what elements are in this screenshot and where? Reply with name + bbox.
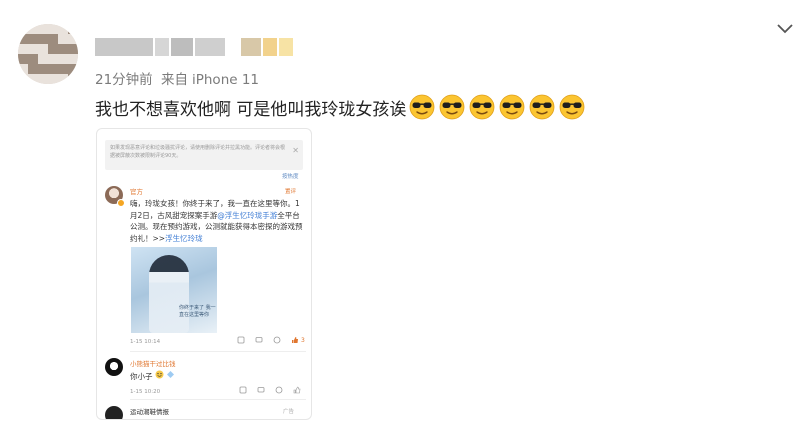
- comment-author: 运动潮鞋情报: [130, 408, 169, 416]
- chevron-down-icon[interactable]: [776, 22, 794, 36]
- comment-actions: 3: [237, 336, 305, 344]
- repost-icon: [275, 386, 283, 394]
- share-icon: [237, 336, 245, 344]
- avatar-pixel: [28, 54, 38, 64]
- comment-icon: [257, 387, 265, 393]
- comment-text: 嗨，玲珑女孩！你终于来了，我一直在这里等你。1月2日，古风甜宠探案手游@浮生忆玲…: [130, 198, 306, 244]
- avatar-pixel: [48, 54, 58, 64]
- comment-author: 官方: [130, 188, 143, 196]
- username-blurred[interactable]: [95, 38, 293, 56]
- source-prefix: 来自: [160, 72, 188, 88]
- avatar-pixel: [38, 64, 48, 74]
- poster-caption: 你终于来了 我一直在这里等你: [179, 305, 216, 318]
- notice-text: 如果发现恶意评论和垃圾骚扰评论，请使用删除评论并拉黑功能。评论者将会根据被屏蔽次…: [110, 145, 286, 159]
- sunglasses-emoji-icon: [440, 94, 465, 120]
- avatar-pixel: [68, 44, 78, 54]
- comment-link-topic: 浮生忆玲珑: [165, 233, 203, 243]
- avatar-pixel: [48, 44, 58, 54]
- comment-link-game: @浮生忆玲珑手游: [217, 210, 278, 220]
- avatar-pixel: [68, 34, 78, 44]
- avatar-pixel: [28, 44, 38, 54]
- close-icon: ✕: [292, 146, 299, 155]
- avatar-pixel: [18, 64, 28, 74]
- avatar-pixel: [68, 24, 78, 34]
- comment-time: 1-15 10:14: [130, 339, 161, 345]
- comment-avatar: [105, 406, 123, 419]
- grin-emoji-icon: [155, 370, 164, 379]
- post-content: 我也不想喜欢他啊 可是他叫我玲珑女孩诶: [95, 94, 585, 120]
- post-text: 我也不想喜欢他啊 可是他叫我玲珑女孩诶: [95, 99, 407, 120]
- avatar-pixel: [48, 34, 58, 44]
- avatar-pixel: [28, 34, 38, 44]
- post-meta: 21分钟前 来自 iPhone 11: [95, 68, 259, 88]
- verified-badge-icon: [117, 199, 125, 207]
- avatar-pixel: [48, 24, 58, 34]
- divider: [130, 399, 306, 400]
- poster-figure: [149, 255, 189, 333]
- avatar-pixel: [28, 64, 38, 74]
- avatar-pixel: [18, 24, 28, 34]
- avatar-pixel: [58, 34, 68, 44]
- sunglasses-emoji-icon: [470, 94, 495, 120]
- avatar-pixel: [38, 24, 48, 34]
- sort-link: 按热度: [282, 174, 299, 180]
- comment-actions: [239, 386, 301, 394]
- avatar-pixel: [38, 34, 48, 44]
- emoji-row: [409, 94, 585, 120]
- share-icon: [239, 386, 247, 394]
- sunglasses-emoji-icon: [560, 94, 585, 120]
- like-count: 3: [301, 336, 305, 344]
- weibo-post: 21分钟前 来自 iPhone 11 我也不想喜欢他啊 可是他叫我玲珑女孩诶 如果…: [0, 0, 812, 435]
- sunglasses-emoji-icon: [410, 94, 435, 120]
- avatar-pixel: [38, 54, 48, 64]
- avatar-pixel: [28, 24, 38, 34]
- avatar-pixel: [58, 74, 68, 84]
- comment-poster-image: 你终于来了 我一直在这里等你: [131, 247, 217, 333]
- repost-icon: [273, 336, 281, 344]
- divider: [130, 351, 306, 352]
- ad-label: 广告: [283, 409, 295, 415]
- diamond-sticker-icon: [167, 371, 175, 378]
- avatar-pixel: [18, 44, 28, 54]
- sunglasses-emoji-icon: [530, 94, 555, 120]
- comment-tag: 置评: [285, 189, 297, 195]
- comment-text-body: 你小子: [130, 372, 153, 381]
- thumbs-up-icon: [293, 386, 301, 394]
- attached-image[interactable]: 如果发现恶意评论和垃圾骚扰评论，请使用删除评论并拉黑功能。评论者将会根据被屏蔽次…: [96, 128, 312, 420]
- avatar[interactable]: [18, 24, 78, 84]
- avatar-pixel: [18, 34, 28, 44]
- avatar-pixel: [18, 54, 28, 64]
- avatar-pixel: [38, 74, 48, 84]
- avatar-pixel: [28, 74, 38, 84]
- post-source: iPhone 11: [191, 72, 260, 88]
- avatar-pixel: [68, 74, 78, 84]
- avatar-pixel: [58, 24, 68, 34]
- comment-icon: [255, 337, 263, 343]
- thumbs-up-icon: [292, 337, 298, 343]
- avatar-pixel: [58, 54, 68, 64]
- comment-avatar: [105, 358, 123, 376]
- avatar-pixel: [18, 74, 28, 84]
- comment-author: 小熊猫干过比钱: [130, 360, 176, 368]
- notice-banner: 如果发现恶意评论和垃圾骚扰评论，请使用删除评论并拉黑功能。评论者将会根据被屏蔽次…: [105, 140, 303, 170]
- comment-text: 你小子: [130, 370, 175, 382]
- avatar-pixel: [58, 64, 68, 74]
- avatar-pixel: [68, 54, 78, 64]
- avatar-pixel: [48, 74, 58, 84]
- avatar-pixel: [38, 44, 48, 54]
- comment-time: 1-15 10:20: [130, 389, 161, 395]
- sunglasses-emoji-icon: [500, 94, 525, 120]
- avatar-pixel: [58, 44, 68, 54]
- avatar-pixel: [48, 64, 58, 74]
- avatar-pixel: [68, 64, 78, 74]
- post-time: 21分钟前: [95, 72, 153, 88]
